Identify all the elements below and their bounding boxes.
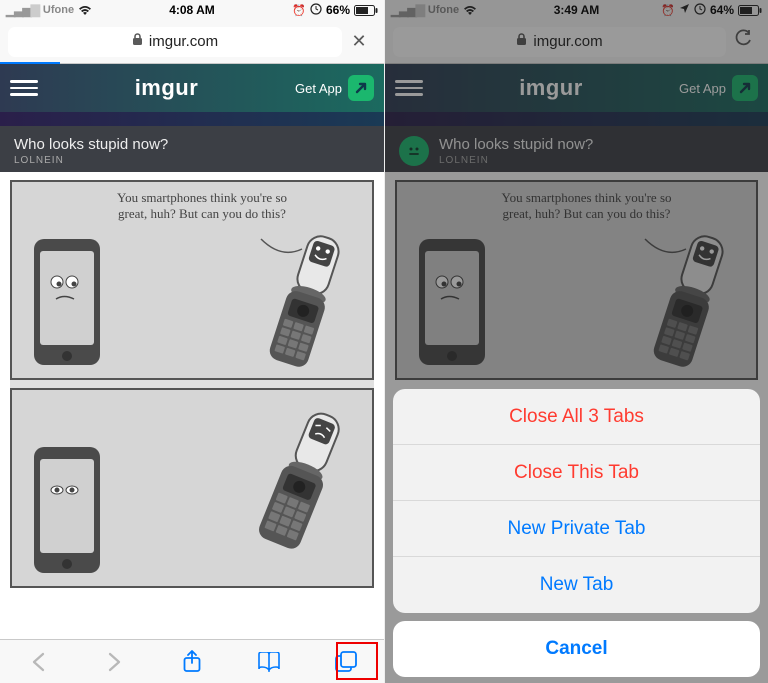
status-time: 4:08 AM (0, 3, 384, 17)
menu-icon[interactable] (10, 80, 38, 96)
get-app-button[interactable]: Get App (295, 75, 374, 101)
speech-bubble: You smartphones think you're so great, h… (102, 190, 302, 223)
screenshot-right: ▁▃▅▇ Ufone 3:49 AM ⏰ 64% imgur.com imgur… (384, 0, 768, 683)
lock-icon (132, 33, 143, 51)
get-app-icon (348, 75, 374, 101)
header-banner (385, 112, 768, 126)
post-author: LOLNEIN (14, 155, 168, 166)
cancel-button[interactable]: Cancel (393, 621, 760, 677)
imgur-logo: imgur (135, 75, 199, 101)
tabs-button[interactable] (324, 644, 368, 680)
page-content: Who looks stupid now? LOLNEIN You smartp… (0, 126, 384, 639)
stop-button[interactable]: ✕ (342, 31, 376, 52)
status-bar: ▁▃▅▇ Ufone 3:49 AM ⏰ 64% (385, 0, 768, 20)
flip-phone-drawing (260, 232, 350, 377)
url-text: imgur.com (533, 33, 602, 50)
flip-phone-drawing (644, 232, 734, 377)
bookmarks-button[interactable] (247, 644, 291, 680)
back-button (16, 644, 60, 680)
menu-icon[interactable] (395, 80, 423, 96)
share-button[interactable] (170, 644, 214, 680)
safari-toolbar (0, 639, 384, 683)
get-app-label: Get App (679, 81, 726, 96)
imgur-header: imgur Get App (0, 64, 384, 112)
new-tab-button[interactable]: New Tab (393, 557, 760, 613)
imgur-logo: imgur (519, 75, 583, 101)
address-bar: imgur.com (385, 20, 768, 64)
comic-panel-2 (10, 388, 374, 588)
smartphone-drawing (32, 237, 102, 372)
smartphone-drawing (417, 237, 487, 372)
flip-phone-drawing (250, 410, 350, 565)
lock-icon (516, 33, 527, 51)
post-header: Who looks stupid now? LOLNEIN (0, 126, 384, 172)
url-text: imgur.com (149, 33, 218, 50)
screenshot-left: ▁▃▅▇ Ufone 4:08 AM ⏰ 66% imgur.com ✕ img… (0, 0, 384, 683)
url-field[interactable]: imgur.com (8, 27, 342, 57)
get-app-icon (732, 75, 758, 101)
close-this-tab-button[interactable]: Close This Tab (393, 445, 760, 501)
post-header: Who looks stupid now? LOLNEIN (385, 126, 768, 172)
comic-image: You smartphones think you're so great, h… (10, 180, 374, 588)
post-author: LOLNEIN (439, 155, 593, 166)
speech-bubble: You smartphones think you're so great, h… (487, 190, 686, 223)
action-sheet: Close All 3 Tabs Close This Tab New Priv… (393, 389, 760, 677)
post-title: Who looks stupid now? (439, 136, 593, 153)
post-title: Who looks stupid now? (14, 136, 168, 153)
imgur-header: imgur Get App (385, 64, 768, 112)
reload-button[interactable] (726, 29, 760, 54)
get-app-button[interactable]: Get App (679, 75, 758, 101)
comic-image: You smartphones think you're so great, h… (395, 180, 758, 380)
avatar (399, 136, 429, 166)
header-banner (0, 112, 384, 126)
new-private-tab-button[interactable]: New Private Tab (393, 501, 760, 557)
url-field[interactable]: imgur.com (393, 27, 726, 57)
address-bar: imgur.com ✕ (0, 20, 384, 64)
comic-panel-1: You smartphones think you're so great, h… (395, 180, 758, 380)
status-bar: ▁▃▅▇ Ufone 4:08 AM ⏰ 66% (0, 0, 384, 20)
close-all-tabs-button[interactable]: Close All 3 Tabs (393, 389, 760, 445)
status-time: 3:49 AM (385, 3, 768, 17)
forward-button (93, 644, 137, 680)
get-app-label: Get App (295, 81, 342, 96)
comic-panel-1: You smartphones think you're so great, h… (10, 180, 374, 380)
smartphone-drawing (32, 445, 102, 580)
